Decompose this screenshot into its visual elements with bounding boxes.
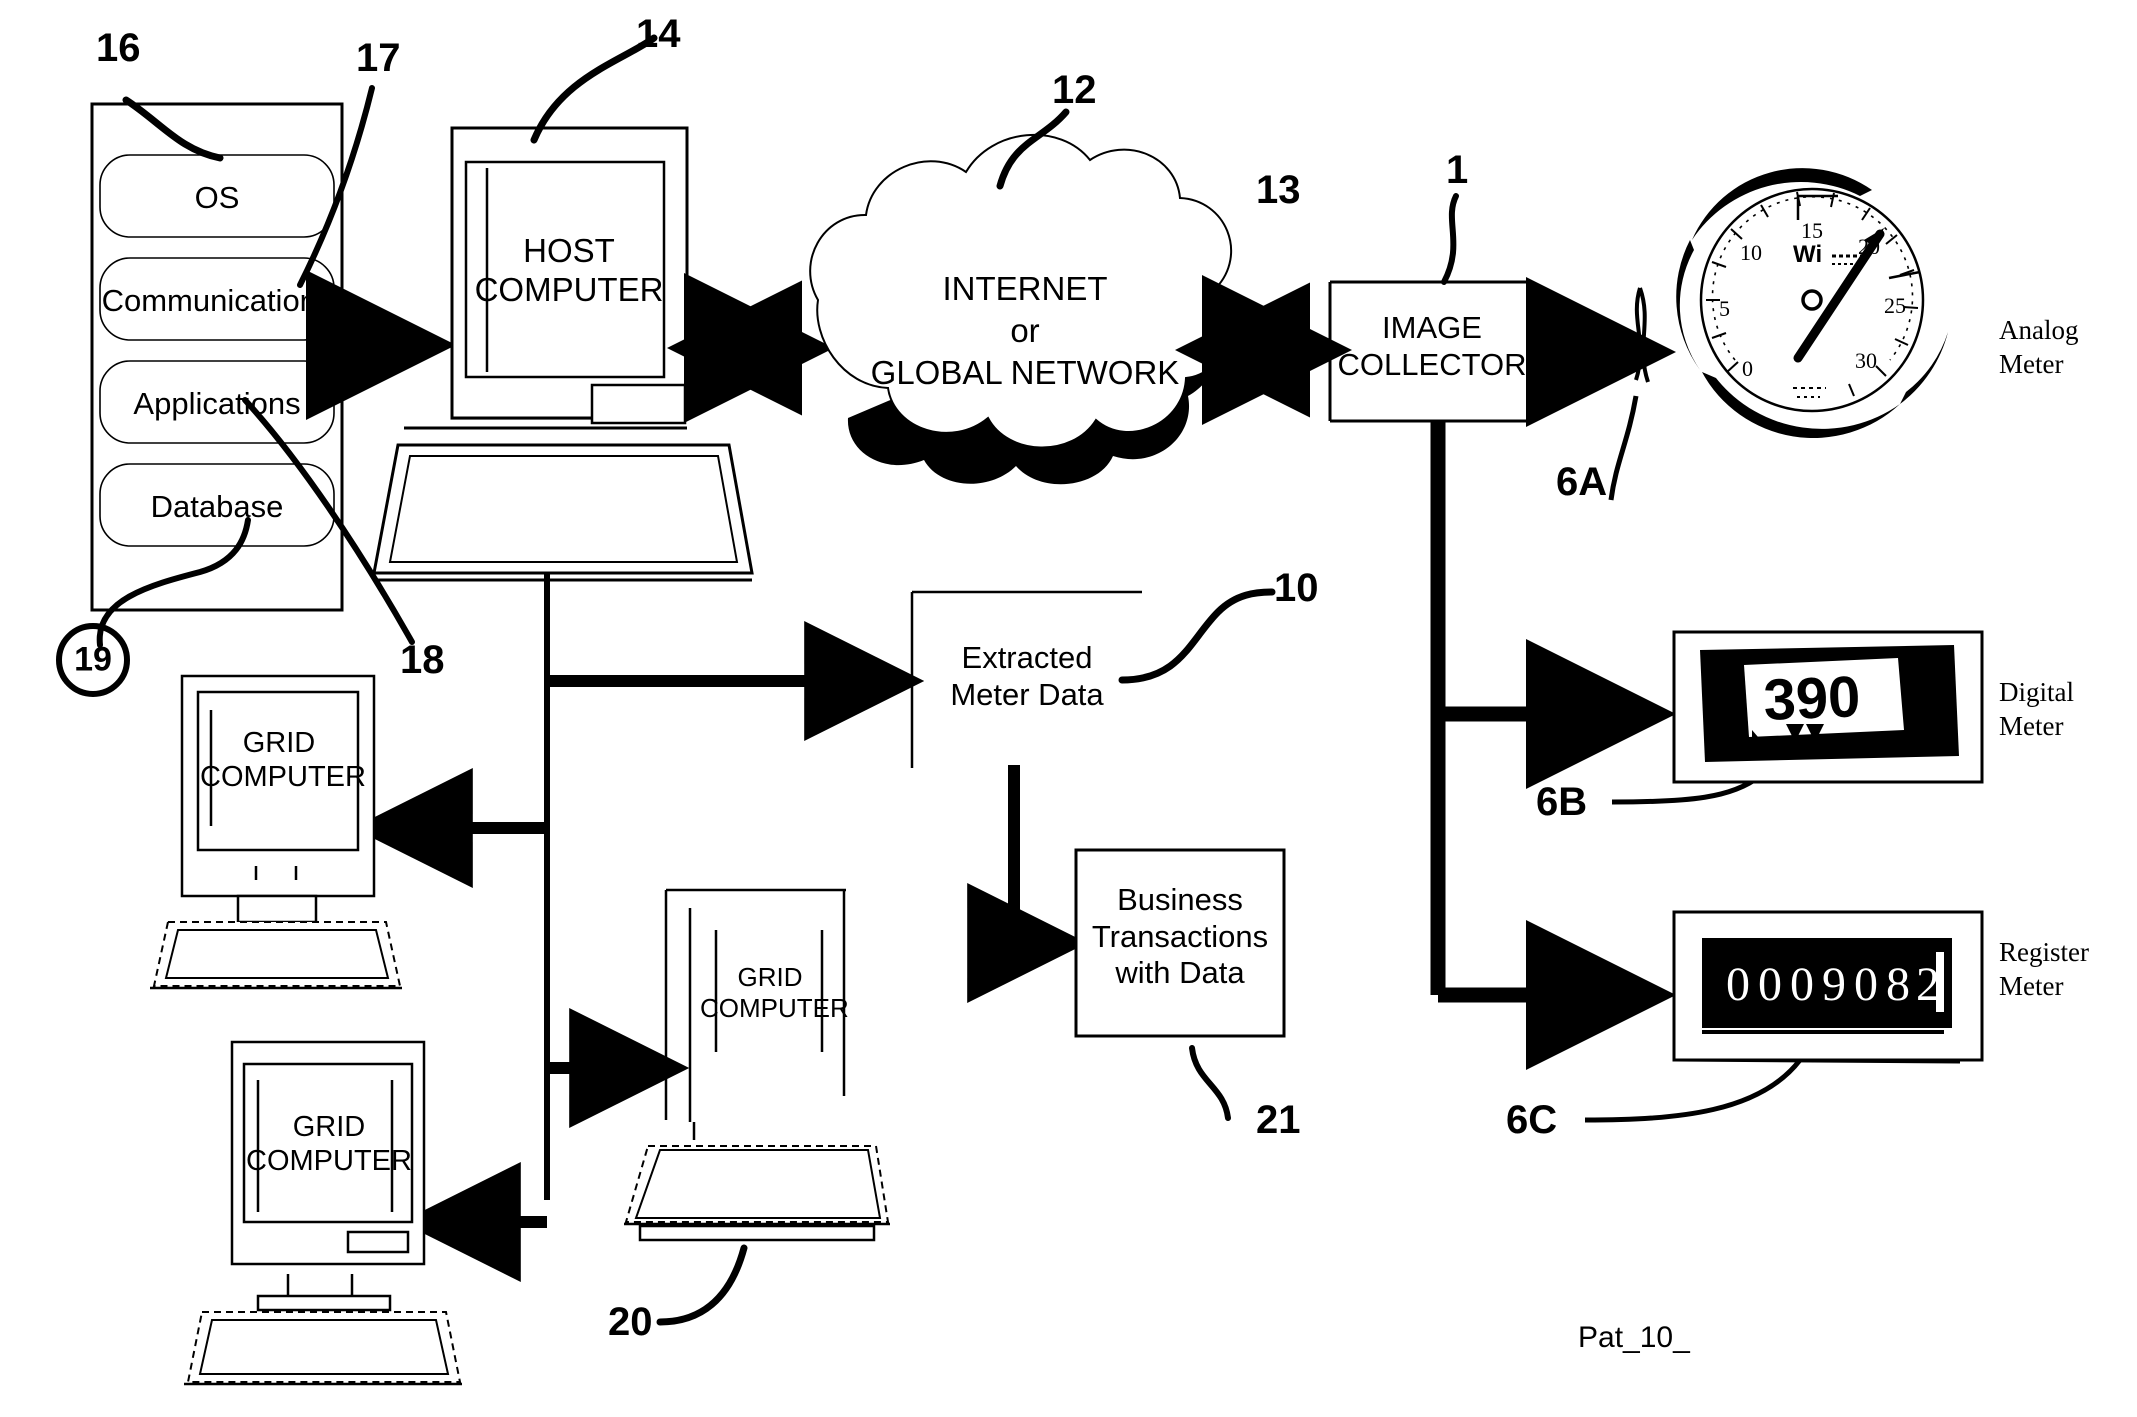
svg-text:390: 390 [1762, 664, 1861, 733]
svg-text:25: 25 [1884, 293, 1906, 318]
ref-6B: 6B [1536, 780, 1588, 824]
ref-14: 14 [636, 12, 681, 56]
leader-6C [1584, 1058, 1802, 1123]
patent-figure-canvas: Wi 0 5 10 15 20 25 30 390 0 0 0 9 0 8 2 … [0, 0, 2137, 1417]
ref-13: 13 [1256, 168, 1301, 212]
ref-1: 1 [1446, 148, 1469, 192]
svg-text:0: 0 [1758, 958, 1782, 1011]
figure-caption: Pat_10_ [1578, 1321, 1690, 1354]
analog-meter-graphic: Wi 0 5 10 15 20 25 30 [1676, 168, 1948, 438]
register-meter-label: Register Meter [1999, 937, 2089, 1001]
svg-text:8: 8 [1886, 958, 1910, 1011]
svg-text:0: 0 [1742, 356, 1753, 381]
grid-computer-upper-left-shape [150, 674, 402, 990]
network-cloud-shape [809, 133, 1233, 485]
grid-computer-upper-left-label: GRID COMPUTER [200, 727, 366, 794]
svg-text:9: 9 [1822, 958, 1846, 1011]
svg-text:0: 0 [1790, 958, 1814, 1011]
ref-16: 16 [96, 26, 141, 70]
ref-6A: 6A [1556, 460, 1608, 504]
svg-text:15: 15 [1801, 218, 1823, 243]
stack-item-os[interactable]: OS [100, 180, 334, 217]
grid-computer-lower-left-label: GRID COMPUTER [246, 1111, 412, 1178]
stack-item-communications[interactable]: Communications [100, 283, 334, 320]
network-cloud-line1: INTERNET [942, 270, 1108, 307]
leader-6A-bracket [1634, 287, 1650, 383]
ref-21: 21 [1256, 1098, 1301, 1142]
ref-10: 10 [1274, 566, 1319, 610]
svg-text:5: 5 [1719, 296, 1730, 321]
leader-21 [1189, 1045, 1231, 1121]
ref-19: 19 [74, 640, 112, 679]
leader-16 [122, 96, 224, 162]
svg-text:0: 0 [1726, 958, 1750, 1011]
ref-6C: 6C [1506, 1098, 1558, 1142]
grid-computer-lower-left-shape [184, 1040, 462, 1386]
network-cloud-line2: or [1010, 312, 1040, 349]
svg-text:Wi: Wi [1793, 241, 1822, 268]
leader-1 [1441, 193, 1459, 285]
extracted-meter-data-label: Extracted Meter Data [950, 640, 1104, 712]
svg-text:30: 30 [1855, 348, 1877, 373]
analog-meter-label: Analog Meter [1999, 315, 2079, 379]
svg-text:10: 10 [1740, 240, 1762, 265]
ref-18: 18 [400, 638, 445, 682]
ref-17: 17 [356, 36, 401, 80]
leader-20 [656, 1244, 748, 1326]
digital-meter-graphic: 390 [1672, 630, 1984, 784]
register-meter-graphic: 0 0 0 9 0 8 2 [1672, 910, 1984, 1064]
stack-item-database[interactable]: Database [100, 489, 334, 526]
grid-computer-center-label: GRID COMPUTER [700, 962, 849, 1023]
digital-meter-label: Digital Meter [1999, 677, 2074, 741]
leader-6A [1608, 395, 1639, 501]
image-collector-label: IMAGE COLLECTOR [1337, 310, 1527, 382]
stack-item-applications[interactable]: Applications [100, 386, 334, 423]
svg-text:0: 0 [1854, 958, 1878, 1011]
leader-10 [1118, 588, 1276, 684]
ref-20: 20 [608, 1300, 653, 1344]
svg-text:20: 20 [1858, 234, 1880, 259]
network-cloud-line3: GLOBAL NETWORK [870, 354, 1180, 391]
host-computer-label: HOST COMPUTER [474, 232, 664, 308]
ref-12: 12 [1052, 68, 1097, 112]
business-transactions-label: Business Transactions with Data [1091, 882, 1269, 991]
